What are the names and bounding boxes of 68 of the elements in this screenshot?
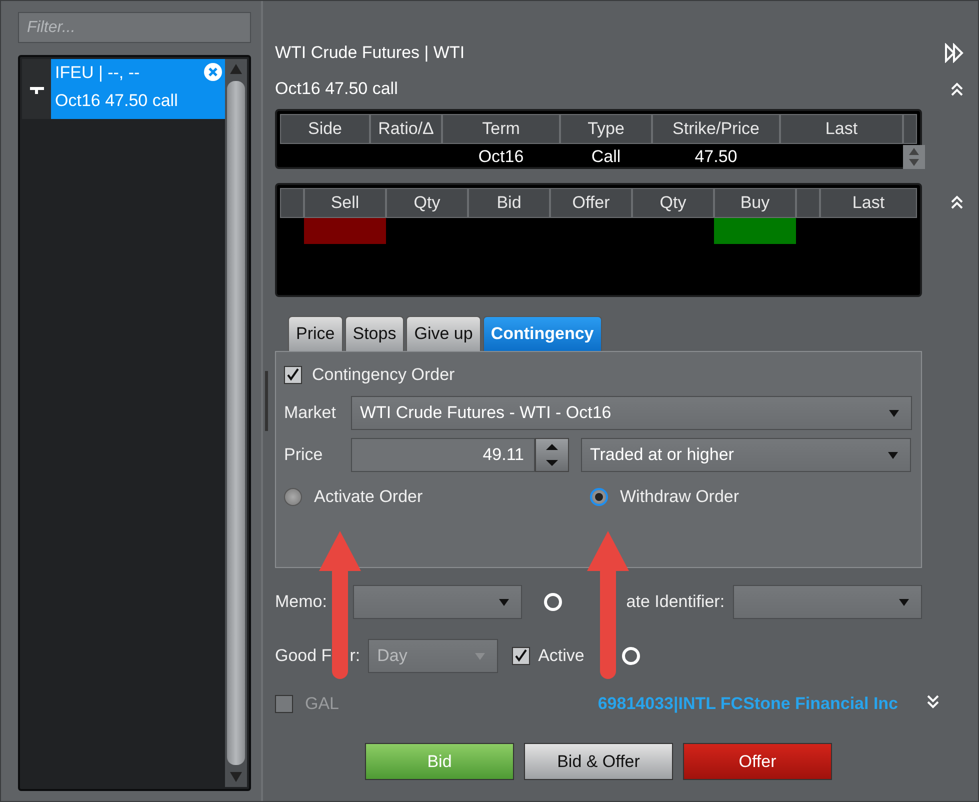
radio-button[interactable] <box>590 488 608 506</box>
scroll-arrows-icon[interactable] <box>903 145 925 169</box>
column-header: Offer <box>550 188 632 218</box>
dropdown-caret-icon <box>888 452 898 458</box>
radio-label: Activate Order <box>314 487 423 507</box>
column-header: Ratio/Δ <box>370 114 442 144</box>
dropdown-caret-icon <box>889 410 899 416</box>
column-header: Term <box>442 114 560 144</box>
column-header: Buy <box>714 188 796 218</box>
circle-icon[interactable] <box>622 647 640 665</box>
field-label: Market <box>284 403 337 423</box>
column-header: Qty <box>386 188 468 218</box>
column-header: Last <box>780 114 903 144</box>
column-header: Qty <box>632 188 714 218</box>
instrument-item[interactable]: IFEU | --, -- Oct16 47.50 call <box>51 59 225 119</box>
order-button[interactable]: Offer <box>683 743 832 780</box>
checkbox[interactable] <box>512 647 530 665</box>
tab[interactable]: Give up <box>406 316 481 351</box>
circle-icon[interactable] <box>544 593 562 611</box>
drag-handle-icon[interactable] <box>22 59 51 119</box>
field-label: Price <box>284 445 324 465</box>
price-cell[interactable] <box>714 218 796 244</box>
checkbox[interactable] <box>284 366 302 384</box>
splitter-grip-icon[interactable] <box>264 371 268 431</box>
collapse-icon[interactable] <box>950 82 964 96</box>
price-cell[interactable] <box>304 218 386 244</box>
column-header <box>796 188 820 218</box>
table-cell-text: 47.50 <box>694 146 738 168</box>
checkbox-label: Contingency Order <box>312 365 455 385</box>
expand-icon[interactable] <box>926 694 940 708</box>
field-label: r: <box>350 646 360 666</box>
item-title: IFEU | --, -- <box>55 63 140 83</box>
field-label: Good F <box>275 646 332 666</box>
field-label: Memo: <box>275 592 328 612</box>
contract-subtitle: Oct16 47.50 call <box>275 79 398 99</box>
instrument-title: WTI Crude Futures | WTI <box>275 43 465 63</box>
checkbox-label: GAL <box>305 694 340 714</box>
column-header: Last <box>820 188 917 218</box>
spinner-icon[interactable] <box>535 438 569 472</box>
tab[interactable]: Stops <box>344 316 404 351</box>
market-dropdown[interactable]: WTI Crude Futures - WTI - Oct16 <box>351 396 912 430</box>
order-button[interactable]: Bid <box>365 743 514 780</box>
table-cell-text: Call <box>590 146 622 168</box>
column-header: Side <box>280 114 370 144</box>
collapse-icon[interactable] <box>950 195 964 209</box>
dropdown-caret-icon <box>475 652 486 660</box>
dropdown-caret-icon <box>899 598 910 606</box>
column-header: Bid <box>468 188 550 218</box>
radio-label: Withdraw Order <box>620 487 740 507</box>
column-header <box>280 188 304 218</box>
field-label: ate Identifier: <box>626 592 725 612</box>
item-subtitle: Oct16 47.50 call <box>55 91 178 111</box>
tab[interactable]: Price <box>288 316 343 351</box>
column-header: Sell <box>304 188 386 218</box>
price-field[interactable]: 49.11 <box>351 438 535 472</box>
filter-field[interactable]: Filter... <box>18 12 251 43</box>
column-header <box>903 114 917 144</box>
condition-dropdown[interactable]: Traded at or higher <box>581 438 911 472</box>
dropdown-caret-icon <box>499 598 510 606</box>
fast-forward-icon[interactable] <box>944 43 964 63</box>
tab[interactable]: Contingency <box>482 316 602 351</box>
column-header: Strike/Price <box>652 114 780 144</box>
order-button[interactable]: Bid & Offer <box>524 743 673 780</box>
close-icon[interactable] <box>204 63 222 81</box>
checkbox-label: Active <box>538 646 584 666</box>
column-header: Type <box>560 114 652 144</box>
table-cell-text: Oct16 <box>477 146 525 168</box>
radio-button[interactable] <box>284 488 302 506</box>
